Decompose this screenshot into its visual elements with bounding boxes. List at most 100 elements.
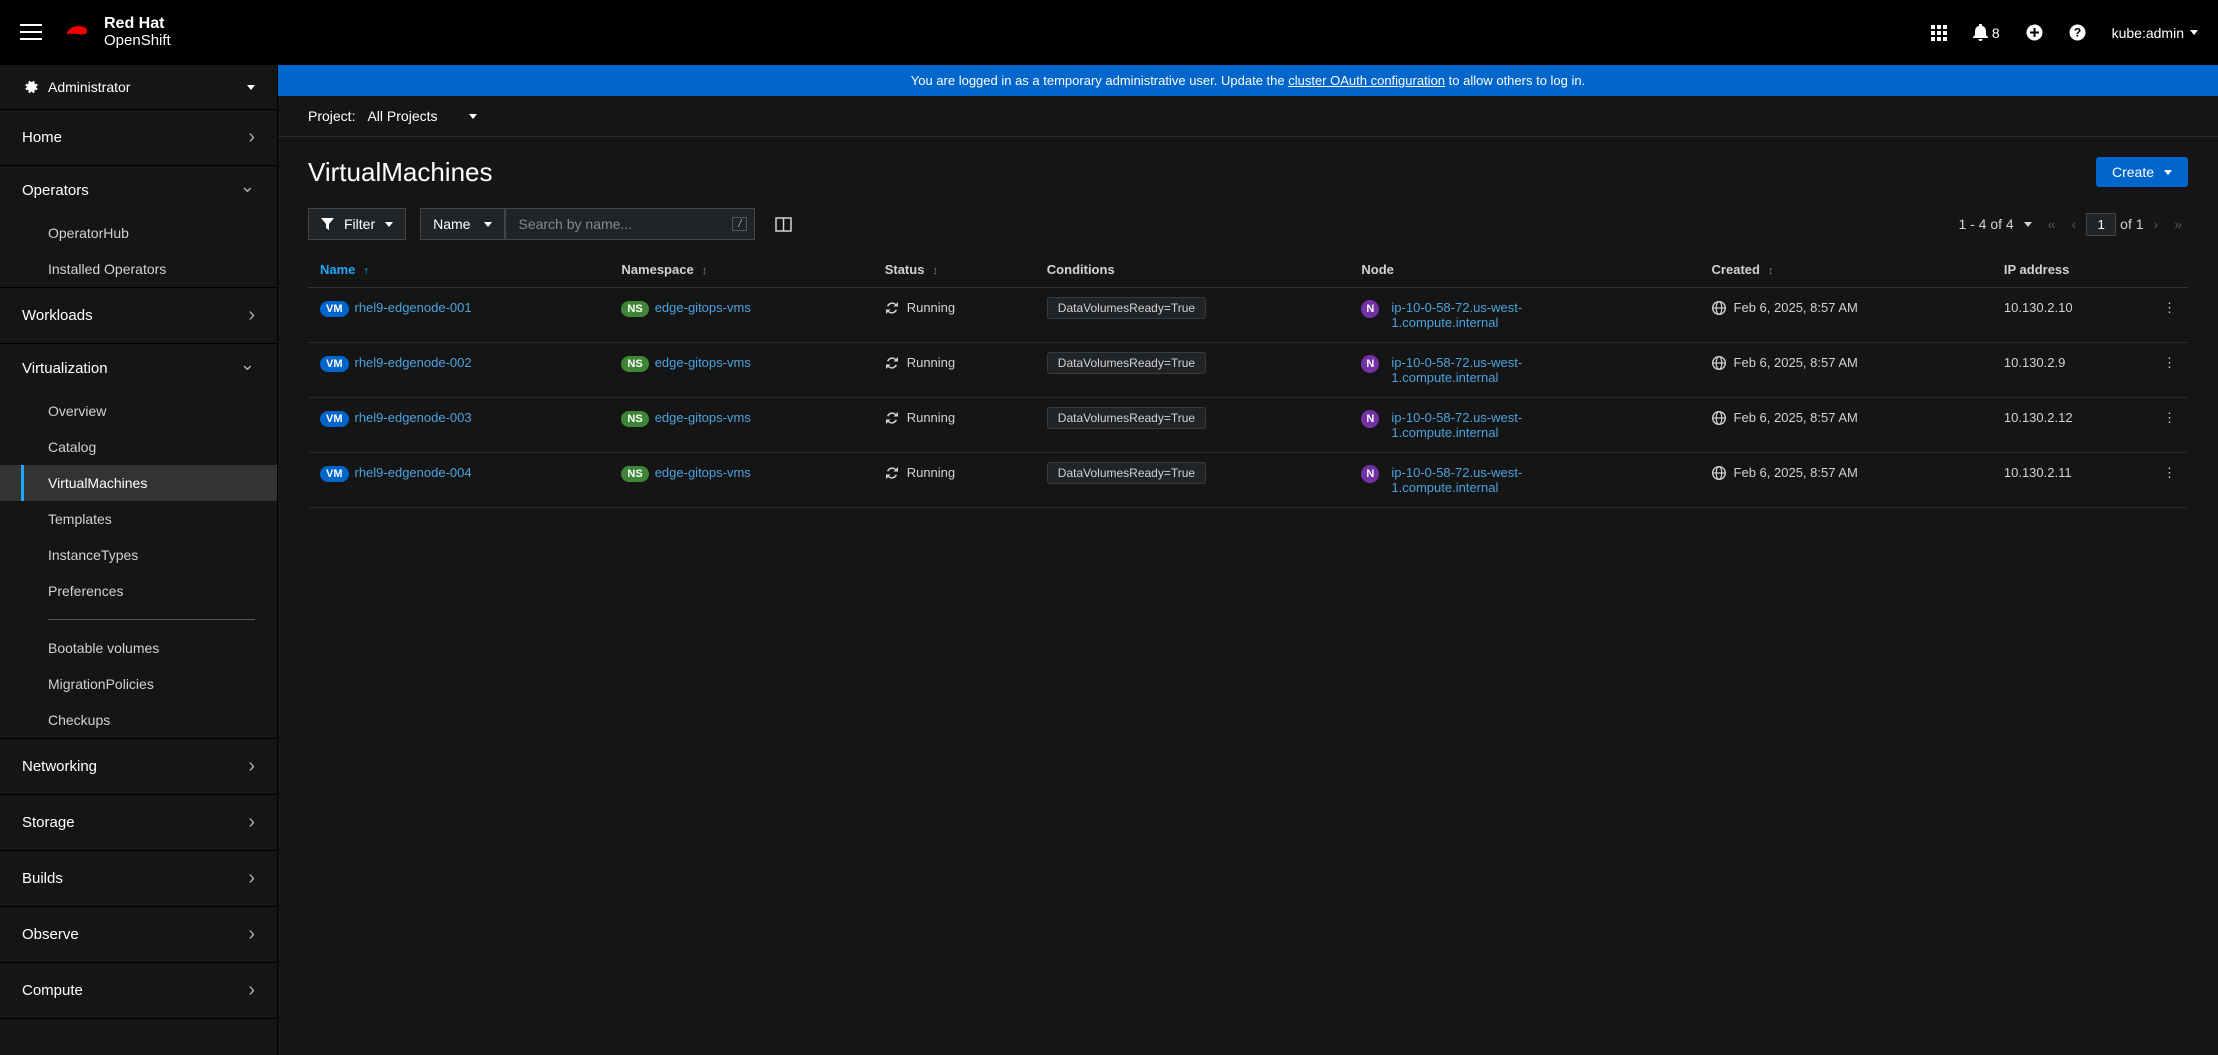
table-row: VMrhel9-edgenode-001NSedge-gitops-vmsRun…: [308, 288, 2188, 343]
vm-name-link[interactable]: rhel9-edgenode-004: [355, 465, 472, 480]
page-of-label: of 1: [2120, 216, 2143, 232]
node-badge: N: [1361, 465, 1379, 483]
sidebar-item[interactable]: MigrationPolicies: [0, 666, 277, 702]
nav-section-toggle[interactable]: Home: [0, 110, 277, 165]
vm-name-link[interactable]: rhel9-edgenode-003: [355, 410, 472, 425]
page-first-button[interactable]: «: [2042, 212, 2062, 236]
banner-link[interactable]: cluster OAuth configuration: [1288, 73, 1445, 88]
nav-section-toggle[interactable]: Operators: [0, 166, 277, 215]
page-range-select[interactable]: 1 - 4 of 4: [1958, 216, 2031, 232]
search-shortcut-hint: /: [732, 217, 747, 231]
sidebar-item[interactable]: Preferences: [0, 573, 277, 609]
row-actions-kebab[interactable]: ⋮: [2151, 343, 2188, 398]
namespace-badge: NS: [621, 411, 648, 427]
sidebar-item[interactable]: Catalog: [0, 429, 277, 465]
sidebar-item[interactable]: VirtualMachines: [0, 465, 277, 501]
namespace-link[interactable]: edge-gitops-vms: [655, 410, 751, 425]
create-button[interactable]: Create: [2096, 157, 2188, 187]
nav-section-toggle[interactable]: Storage: [0, 795, 277, 850]
row-actions-kebab[interactable]: ⋮: [2151, 398, 2188, 453]
namespace-link[interactable]: edge-gitops-vms: [655, 465, 751, 480]
sort-icon: ↕: [1768, 265, 1774, 277]
nav-section-toggle[interactable]: Compute: [0, 963, 277, 1018]
brand-line2: OpenShift: [104, 33, 171, 49]
brand-logo[interactable]: Red Hat OpenShift: [60, 16, 171, 49]
import-button[interactable]: [2026, 24, 2043, 41]
col-name[interactable]: Name↑: [308, 252, 609, 288]
caret-down-icon: [484, 222, 492, 227]
sidebar-item[interactable]: InstanceTypes: [0, 537, 277, 573]
filter-attribute-select[interactable]: Name: [420, 208, 505, 240]
nav-toggle-button[interactable]: [20, 24, 42, 40]
nav-section-toggle[interactable]: Observe: [0, 907, 277, 962]
nav-section-toggle[interactable]: Virtualization: [0, 344, 277, 393]
namespace-link[interactable]: edge-gitops-vms: [655, 355, 751, 370]
sidebar-item[interactable]: Templates: [0, 501, 277, 537]
filter-button[interactable]: Filter: [308, 208, 406, 240]
condition-pill: DataVolumesReady=True: [1047, 297, 1206, 319]
chevron-right-icon: [248, 867, 255, 890]
node-badge: N: [1361, 300, 1379, 318]
search-input[interactable]: [505, 208, 755, 240]
perspective-switcher[interactable]: Administrator: [0, 65, 277, 110]
sync-icon: [885, 466, 899, 480]
globe-icon: [1712, 466, 1726, 480]
page-next-button[interactable]: ›: [2148, 212, 2165, 236]
nav-section-label: Virtualization: [22, 360, 108, 377]
nav-section: Compute: [0, 963, 277, 1019]
column-management-button[interactable]: [769, 211, 798, 238]
vm-badge: VM: [320, 411, 349, 427]
node-link[interactable]: ip-10-0-58-72.us-west-1.compute.internal: [1391, 465, 1541, 495]
sidebar-item[interactable]: OperatorHub: [0, 215, 277, 251]
page-number-input[interactable]: [2086, 213, 2116, 236]
project-selector[interactable]: Project: All Projects: [308, 108, 477, 124]
page-range-text: 1 - 4 of 4: [1958, 216, 2013, 232]
columns-icon: [775, 217, 792, 232]
nav-section-label: Builds: [22, 870, 63, 887]
col-node: Node: [1349, 252, 1699, 288]
svg-text:?: ?: [2073, 26, 2080, 40]
pagination: « ‹ of 1 › »: [2042, 212, 2188, 236]
nav-section: Observe: [0, 907, 277, 963]
col-created[interactable]: Created↕: [1700, 252, 1992, 288]
sidebar-item[interactable]: Installed Operators: [0, 251, 277, 287]
sidebar-item[interactable]: Overview: [0, 393, 277, 429]
node-link[interactable]: ip-10-0-58-72.us-west-1.compute.internal: [1391, 300, 1541, 330]
filter-icon: [321, 218, 334, 231]
col-status[interactable]: Status↕: [873, 252, 1035, 288]
project-label: Project:: [308, 108, 355, 124]
namespace-link[interactable]: edge-gitops-vms: [655, 300, 751, 315]
nav-section-label: Home: [22, 129, 62, 146]
node-link[interactable]: ip-10-0-58-72.us-west-1.compute.internal: [1391, 355, 1541, 385]
user-name: kube:admin: [2112, 25, 2184, 41]
page-title: VirtualMachines: [308, 157, 493, 188]
nav-section: OperatorsOperatorHubInstalled Operators: [0, 166, 277, 288]
help-button[interactable]: ?: [2069, 24, 2086, 41]
vm-name-link[interactable]: rhel9-edgenode-001: [355, 300, 472, 315]
sidebar-item[interactable]: Bootable volumes: [0, 630, 277, 666]
nav-section-toggle[interactable]: Workloads: [0, 288, 277, 343]
chevron-down-icon: [240, 182, 255, 199]
chevron-right-icon: [248, 755, 255, 778]
globe-icon: [1712, 301, 1726, 315]
notifications-button[interactable]: 8: [1973, 24, 2000, 41]
row-actions-kebab[interactable]: ⋮: [2151, 288, 2188, 343]
nav-section: Builds: [0, 851, 277, 907]
nav-section-toggle[interactable]: Builds: [0, 851, 277, 906]
redhat-fedora-icon: [60, 19, 94, 45]
vm-name-link[interactable]: rhel9-edgenode-002: [355, 355, 472, 370]
app-launcher-icon[interactable]: [1931, 25, 1947, 41]
page-prev-button[interactable]: ‹: [2066, 212, 2083, 236]
user-menu[interactable]: kube:admin: [2112, 25, 2198, 41]
condition-pill: DataVolumesReady=True: [1047, 407, 1206, 429]
status-cell: Running: [885, 300, 1023, 315]
nav-section-toggle[interactable]: Networking: [0, 739, 277, 794]
sidebar-item[interactable]: Checkups: [0, 702, 277, 738]
node-link[interactable]: ip-10-0-58-72.us-west-1.compute.internal: [1391, 410, 1541, 440]
col-namespace[interactable]: Namespace↕: [609, 252, 872, 288]
gear-icon: [22, 79, 38, 95]
caret-down-icon: [2164, 170, 2172, 175]
page-last-button[interactable]: »: [2168, 212, 2188, 236]
banner-pre: You are logged in as a temporary adminis…: [911, 73, 1288, 88]
row-actions-kebab[interactable]: ⋮: [2151, 453, 2188, 508]
